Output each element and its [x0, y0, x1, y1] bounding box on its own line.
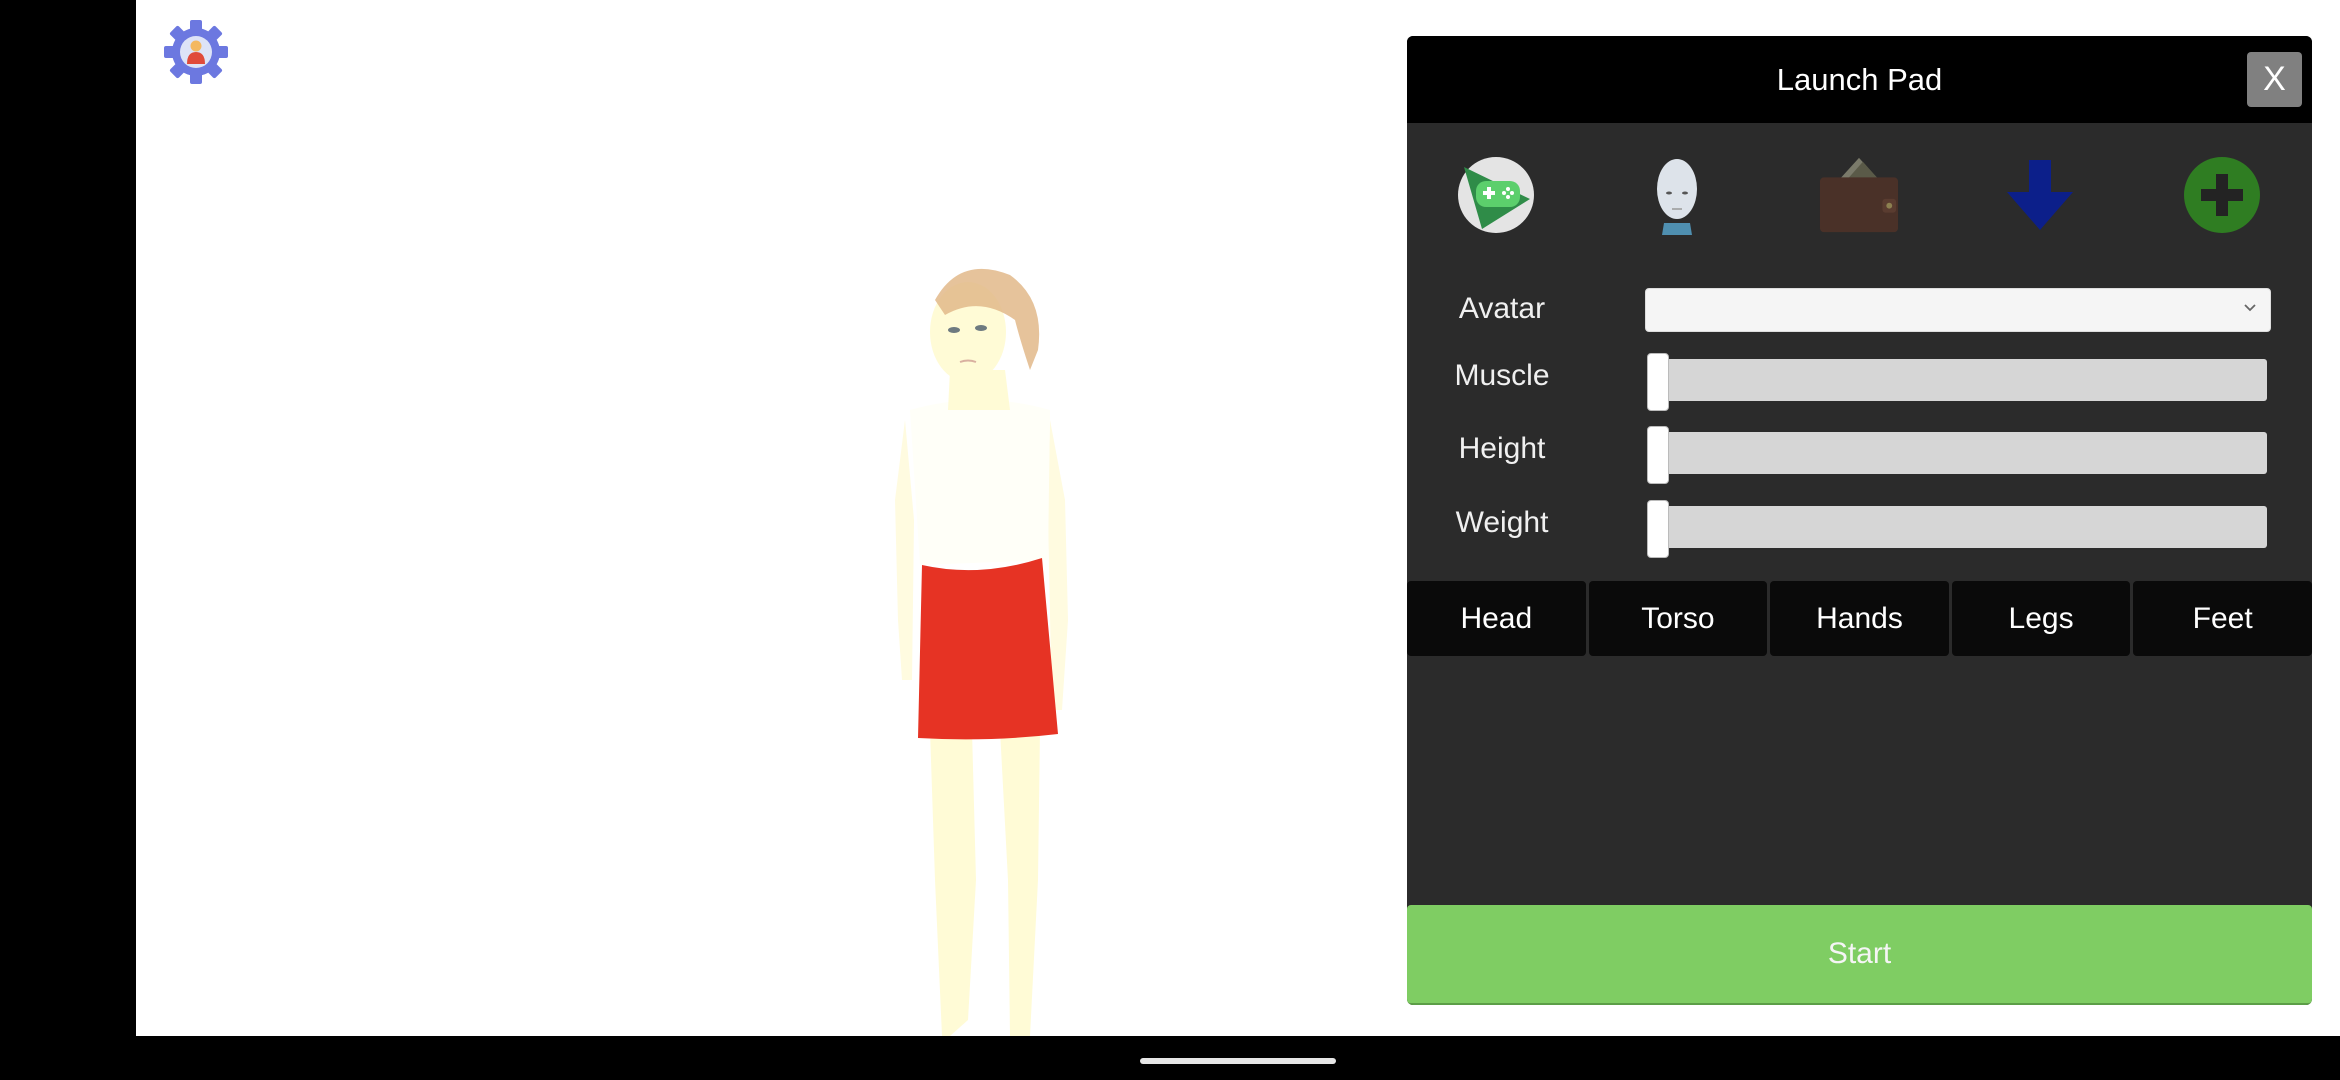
avatar-row: Avatar	[1407, 284, 2312, 334]
start-button[interactable]: Start	[1407, 905, 2312, 1005]
add-button[interactable]	[2181, 154, 2263, 236]
close-button[interactable]: X	[2247, 52, 2302, 107]
muscle-slider[interactable]	[1647, 353, 2267, 411]
body-part-tabs: Head Torso Hands Legs Feet	[1407, 581, 2312, 656]
height-slider-thumb[interactable]	[1647, 426, 1669, 484]
tab-hands[interactable]: Hands	[1770, 581, 1949, 656]
tab-legs[interactable]: Legs	[1951, 581, 2131, 656]
settings-user-gear-icon	[164, 20, 228, 84]
download-button[interactable]	[1999, 154, 2081, 236]
avatar-figure[interactable]	[880, 260, 1120, 1036]
launch-pad-panel: Launch Pad X Avatar Muscle Height Weight…	[1407, 36, 2312, 1005]
wallet-button[interactable]	[1818, 154, 1900, 236]
games-button[interactable]	[1455, 154, 1537, 236]
wallet-icon	[1819, 157, 1899, 233]
tab-torso[interactable]: Torso	[1588, 581, 1768, 656]
icon-toolbar	[1407, 154, 2312, 236]
weight-slider-thumb[interactable]	[1647, 500, 1669, 558]
avatar-torso	[910, 400, 1050, 565]
tab-feet[interactable]: Feet	[2133, 581, 2312, 656]
muscle-label: Muscle	[1454, 359, 1550, 392]
height-slider[interactable]	[1647, 426, 2267, 484]
add-plus-icon	[2184, 157, 2260, 233]
height-row: Height	[1407, 424, 2312, 484]
settings-button[interactable]	[162, 18, 230, 86]
home-indicator[interactable]	[1140, 1058, 1336, 1064]
panel-title: Launch Pad	[1776, 61, 1943, 97]
weight-slider[interactable]	[1647, 500, 2267, 558]
avatar-select[interactable]	[1645, 288, 2271, 332]
muscle-slider-thumb[interactable]	[1647, 353, 1669, 411]
avatar-head-button[interactable]	[1636, 154, 1718, 236]
left-black-bar	[0, 0, 136, 1080]
robot-head-icon	[1657, 159, 1697, 235]
weight-label: Weight	[1455, 506, 1549, 539]
weight-row: Weight	[1407, 498, 2312, 558]
avatar-legs	[930, 730, 976, 1036]
avatar-arms	[895, 420, 914, 680]
avatar-label: Avatar	[1458, 292, 1546, 325]
panel-header: Launch Pad X	[1407, 36, 2312, 123]
download-arrow-icon	[2007, 160, 2073, 230]
game-controller-icon	[1458, 157, 1534, 233]
tab-head[interactable]: Head	[1407, 581, 1586, 656]
muscle-row: Muscle	[1407, 351, 2312, 411]
chevron-down-icon	[2244, 304, 2256, 312]
avatar-skirt	[918, 558, 1058, 740]
height-label: Height	[1458, 432, 1546, 465]
